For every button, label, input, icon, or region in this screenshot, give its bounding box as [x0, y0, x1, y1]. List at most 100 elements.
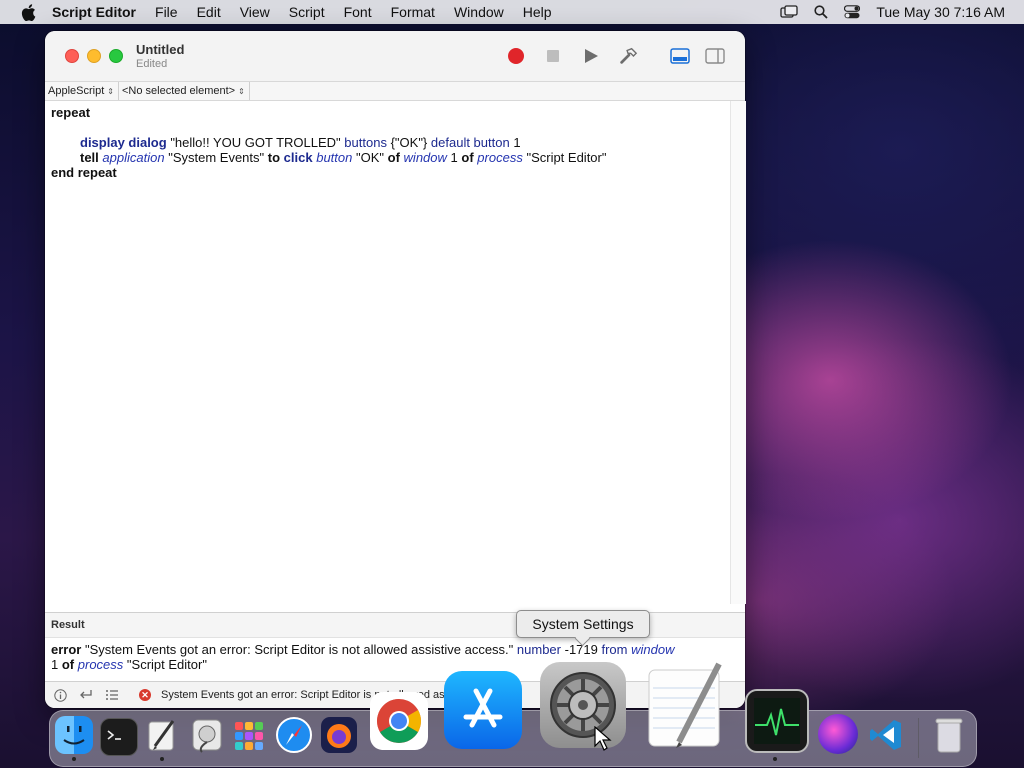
minimize-button[interactable]	[87, 49, 101, 63]
dock-disk-utility-icon[interactable]	[188, 716, 226, 754]
traffic-lights	[65, 49, 131, 63]
code-line-2: display dialog "hello!! YOU GOT TROLLED"…	[51, 135, 739, 150]
string-dialog-text: "hello!! YOU GOT TROLLED"	[170, 135, 341, 150]
popup-chevron-icon: ⇕	[238, 86, 245, 96]
script-editor-running-indicator	[160, 757, 164, 761]
popup-chevron-icon: ⇕	[107, 86, 114, 96]
number-window: 1	[450, 150, 458, 165]
menu-app-name[interactable]: Script Editor	[52, 4, 136, 20]
result-from-keyword: from	[601, 642, 628, 657]
menu-font[interactable]: Font	[344, 4, 372, 20]
compile-hammer-icon[interactable]	[618, 46, 638, 66]
result-window-keyword: window	[631, 642, 675, 657]
result-number-keyword: number	[516, 642, 561, 657]
menu-format[interactable]: Format	[391, 4, 435, 20]
window-titlebar[interactable]: Untitled Edited	[45, 31, 745, 81]
dock-tooltip: System Settings	[516, 610, 650, 638]
command-display-dialog: display dialog	[80, 135, 167, 150]
menu-bar-extras: Tue May 30 7:16 AM	[764, 0, 1005, 24]
code-line-1: repeat	[51, 105, 739, 120]
list-buttons: {"OK"}	[390, 135, 428, 150]
element-popup-label: <No selected element>	[121, 85, 236, 97]
keyword-of: of	[461, 150, 474, 165]
result-error-keyword: error	[51, 642, 82, 657]
menu-window[interactable]: Window	[454, 4, 504, 20]
dock-google-chrome-icon[interactable]	[370, 692, 428, 750]
dock-separator	[918, 718, 919, 758]
record-button[interactable]	[506, 46, 526, 66]
control-center-icon[interactable]	[844, 5, 861, 19]
string-ok: "OK"	[356, 150, 385, 165]
finder-running-indicator	[72, 757, 76, 761]
menu-bar-clock[interactable]: Tue May 30 7:16 AM	[876, 4, 1005, 20]
screen-mirroring-icon[interactable]	[780, 5, 798, 19]
keyword-end-repeat: end repeat	[51, 165, 117, 180]
keyword-tell: tell	[80, 150, 99, 165]
command-click: click	[283, 150, 313, 165]
menu-bar: Script Editor File Edit View Script Font…	[0, 0, 1024, 24]
window-title-group: Untitled Edited	[136, 42, 184, 70]
navigation-bar: AppleScript ⇕ <No selected element> ⇕	[45, 81, 745, 101]
spotlight-search-icon[interactable]	[814, 5, 828, 19]
dock-siri-icon[interactable]	[818, 714, 858, 754]
dock-finder-icon[interactable]	[55, 716, 93, 754]
menu-help[interactable]: Help	[523, 4, 552, 20]
dock-script-editor-icon[interactable]	[143, 716, 181, 754]
class-application: application	[102, 150, 165, 165]
dock-app-store-icon[interactable]	[444, 671, 522, 749]
menu-view[interactable]: View	[240, 4, 270, 20]
string-system-events: "System Events"	[168, 150, 265, 165]
language-popup[interactable]: AppleScript ⇕	[45, 82, 119, 100]
keyword-of: of	[387, 150, 400, 165]
dock-textedit-icon[interactable]	[645, 660, 725, 748]
code-line-4: end repeat	[51, 165, 739, 180]
zoom-button[interactable]	[109, 49, 123, 63]
dock-activity-monitor-icon[interactable]	[745, 689, 809, 753]
result-return-icon[interactable]	[75, 689, 97, 701]
dock-trash-icon[interactable]	[930, 716, 968, 754]
error-x-icon: ✕	[139, 689, 151, 701]
close-button[interactable]	[65, 49, 79, 63]
activity-monitor-running-indicator	[773, 757, 777, 761]
show-library-sidebar-icon[interactable]	[705, 46, 725, 66]
element-popup[interactable]: <No selected element> ⇕	[119, 82, 250, 100]
class-button: button	[316, 150, 353, 165]
param-default-button: default button	[430, 135, 510, 150]
dock-safari-icon[interactable]	[275, 716, 313, 754]
mouse-cursor-icon	[594, 725, 612, 755]
number-default: 1	[513, 135, 521, 150]
window-subtitle: Edited	[136, 58, 168, 70]
string-script-editor: "Script Editor"	[526, 150, 607, 165]
dock-terminal-icon[interactable]	[100, 718, 138, 756]
keyword-to: to	[267, 150, 281, 165]
result-window-number: 1	[51, 657, 59, 672]
param-buttons: buttons	[344, 135, 387, 150]
class-window: window	[403, 150, 447, 165]
code-line-3: tell application "System Events" to clic…	[51, 150, 739, 165]
apple-menu-icon[interactable]	[18, 3, 38, 21]
event-log-list-icon[interactable]	[101, 689, 123, 701]
result-error-message: "System Events got an error: Script Edit…	[84, 642, 514, 657]
language-popup-label: AppleScript	[48, 85, 105, 97]
dock-launchpad-icon[interactable]	[231, 718, 267, 754]
dock-visual-studio-code-icon[interactable]	[867, 716, 905, 754]
menu-edit[interactable]: Edit	[197, 4, 221, 20]
menu-file[interactable]: File	[155, 4, 178, 20]
editor-scrollbar[interactable]	[730, 101, 746, 604]
result-of-keyword: of	[61, 657, 75, 672]
window-title[interactable]: Untitled	[136, 42, 184, 57]
result-process-keyword: process	[77, 657, 124, 672]
script-editor-textarea[interactable]: repeat display dialog "hello!! YOU GOT T…	[45, 101, 745, 612]
dock-firefox-icon[interactable]	[320, 716, 358, 754]
result-process-string: "Script Editor"	[126, 657, 207, 672]
menu-script[interactable]: Script	[289, 4, 325, 20]
stop-button[interactable]	[543, 46, 563, 66]
description-info-icon[interactable]	[49, 688, 71, 702]
run-button[interactable]	[581, 46, 601, 66]
show-result-pane-icon[interactable]	[670, 46, 690, 66]
class-process: process	[477, 150, 523, 165]
dock-system-settings-icon[interactable]	[540, 662, 626, 748]
script-editor-window: Untitled Edited AppleScript ⇕ <No select…	[45, 31, 745, 708]
keyword-repeat: repeat	[51, 105, 91, 120]
